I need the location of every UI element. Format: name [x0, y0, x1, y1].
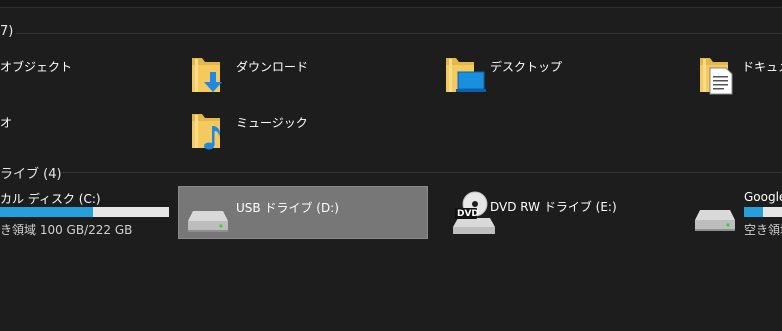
document-folder-icon: [700, 58, 733, 95]
drive-icon: [188, 211, 228, 232]
folder-label: オブジェクト: [0, 60, 73, 74]
drive-usage-bar: [744, 207, 782, 217]
folder-3d-objects[interactable]: オブジェクト: [0, 52, 170, 100]
desktop-monitor-icon: [456, 71, 486, 92]
devices-group-header[interactable]: ライブ (4): [0, 163, 782, 182]
folder-videos[interactable]: オ: [0, 108, 170, 156]
folder-downloads[interactable]: ダウンロード: [186, 52, 426, 100]
drive-free-space: 空き領域: [744, 223, 782, 237]
group-divider: [62, 172, 782, 173]
group-divider: [16, 33, 782, 34]
top-bar: [0, 0, 782, 8]
folder-label: オ: [0, 116, 13, 130]
drive-usage-fill: [744, 207, 763, 217]
drive-icon: [695, 210, 735, 231]
drive-label: カル ディスク (C:): [0, 192, 101, 206]
drive-e[interactable]: DVD DVD RW ドライブ (E:): [440, 186, 690, 238]
download-folder-icon: [192, 58, 222, 92]
folders-group-title: 7): [0, 24, 14, 39]
desktop-folder-icon: [446, 58, 486, 92]
drive-d[interactable]: USB ドライブ (D:): [178, 186, 428, 239]
dvd-badge: DVD: [457, 209, 479, 219]
folder-music[interactable]: ミュージック: [186, 108, 426, 156]
drive-google[interactable]: Google 空き領域: [694, 186, 782, 238]
folder-label: デスクトップ: [490, 60, 563, 74]
folder-documents[interactable]: ドキュメン: [694, 52, 782, 100]
folder-label: ダウンロード: [236, 60, 309, 74]
drive-free-space: き領域 100 GB/222 GB: [0, 223, 133, 237]
folder-label: ミュージック: [236, 116, 308, 130]
drive-usage-fill: [0, 207, 93, 217]
music-folder-icon: [192, 114, 220, 150]
devices-group-title: ライブ (4): [0, 167, 62, 182]
document-icon: [709, 67, 733, 95]
drive-usage-bar: [0, 207, 169, 217]
drive-label: USB ドライブ (D:): [236, 201, 339, 215]
drive-label: DVD RW ドライブ (E:): [490, 200, 617, 214]
drive-label: Google: [744, 190, 782, 204]
folder-label: ドキュメン: [742, 60, 782, 74]
drive-c[interactable]: カル ディスク (C:) き領域 100 GB/222 GB: [0, 186, 175, 238]
folders-group-header[interactable]: 7): [0, 24, 782, 42]
folder-desktop[interactable]: デスクトップ: [440, 52, 680, 100]
